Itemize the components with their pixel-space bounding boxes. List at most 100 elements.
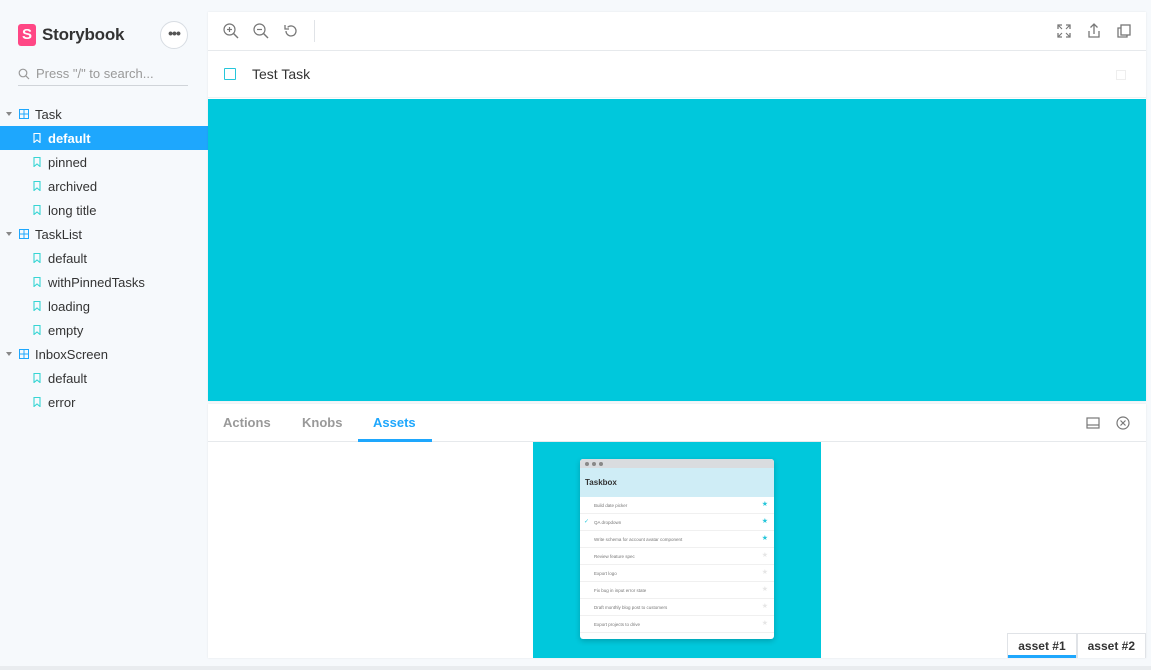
tab-actions[interactable]: Actions — [223, 415, 271, 430]
tree-group-label: InboxScreen — [35, 346, 108, 362]
tree-story-item[interactable]: withPinnedTasks — [0, 270, 208, 294]
tree-story-label: default — [48, 370, 88, 386]
active-tab-indicator — [358, 439, 432, 442]
preview-frame: Test Task — [208, 12, 1146, 401]
panel-position-icon[interactable] — [1085, 415, 1101, 431]
bookmark-icon — [33, 373, 41, 383]
tree-story-item[interactable]: default — [0, 126, 208, 150]
bookmark-icon — [33, 133, 41, 143]
tree-story-item[interactable]: empty — [0, 318, 208, 342]
tree-story-item[interactable]: loading — [0, 294, 208, 318]
tree-story-label: withPinnedTasks — [48, 274, 145, 290]
tree-story-label: default — [48, 130, 91, 146]
tree-story-item[interactable]: archived — [0, 174, 208, 198]
pin-icon[interactable] — [1116, 70, 1126, 80]
more-options-button[interactable]: ••• — [160, 21, 188, 49]
component-icon — [19, 109, 29, 119]
list-item-text: Write schema for account avatar componen… — [594, 537, 683, 542]
reset-zoom-icon[interactable] — [282, 22, 300, 40]
list-item-text: Build date picker — [594, 503, 628, 508]
storybook-logo-icon: S — [18, 24, 36, 46]
tree-story-item[interactable]: long title — [0, 198, 208, 222]
list-item-text: Fix bug in input error state — [594, 588, 647, 593]
tree-story-label: default — [48, 250, 88, 266]
bookmark-icon — [33, 277, 41, 287]
asset-preview: Taskbox Build date picker ★ ✓ QA dropdown ★ W… — [533, 442, 821, 658]
chevron-down-icon — [6, 112, 12, 116]
list-item-text: QA dropdown — [594, 520, 622, 525]
share-icon[interactable] — [1085, 22, 1103, 40]
tree-story-label: error — [48, 394, 76, 410]
list-item: Export logo ★ — [580, 565, 774, 582]
tree-story-label: archived — [48, 178, 98, 194]
task-item: Test Task — [208, 51, 1146, 98]
search-icon — [18, 68, 30, 79]
bookmark-icon — [33, 205, 41, 215]
zoom-in-icon[interactable] — [222, 22, 240, 40]
bottom-border — [0, 666, 1151, 670]
bookmark-icon — [33, 325, 41, 335]
list-item-text: Export projects to drive — [594, 622, 641, 627]
asset-tab-2[interactable]: asset #2 — [1076, 633, 1146, 658]
asset-image: Taskbox Build date picker ★ ✓ QA dropdown ★ W… — [580, 459, 774, 639]
star-icon: ★ — [761, 603, 768, 610]
star-icon: ★ — [761, 535, 768, 542]
addons-tabs: Actions Knobs Assets — [208, 404, 1146, 442]
tree-story-item[interactable]: pinned — [0, 150, 208, 174]
tree-story-label: empty — [48, 322, 84, 338]
star-icon: ★ — [761, 569, 768, 576]
list-item: Write schema for account avatar componen… — [580, 531, 774, 548]
bookmark-icon — [33, 253, 41, 263]
search-input[interactable] — [36, 66, 186, 81]
tree-story-item[interactable]: error — [0, 390, 208, 414]
preview-toolbar — [208, 12, 1146, 51]
search-box — [18, 62, 188, 86]
window-bar — [580, 459, 774, 468]
star-icon: ★ — [761, 552, 768, 559]
sidebar: S Storybook ••• Task default pinned archive… — [0, 0, 208, 670]
close-panel-icon[interactable] — [1115, 415, 1131, 431]
star-icon: ★ — [761, 518, 768, 525]
list-item-text: Draft monthly blog post to customers — [594, 605, 668, 610]
tree-story-item[interactable]: default — [0, 366, 208, 390]
list-item-text: Export logo — [594, 571, 617, 576]
toolbar-divider — [314, 20, 315, 42]
list-item: Review feature spec ★ — [580, 548, 774, 565]
chevron-down-icon — [6, 352, 12, 356]
tab-assets[interactable]: Assets — [373, 415, 416, 430]
tree-group-task[interactable]: Task — [0, 102, 208, 126]
bookmark-icon — [33, 397, 41, 407]
fullscreen-icon[interactable] — [1055, 22, 1073, 40]
tree-group-label: Task — [35, 106, 62, 122]
brand[interactable]: S Storybook — [18, 24, 124, 46]
addons-panel: Actions Knobs Assets Taskbox Build date … — [208, 404, 1146, 658]
tree-story-label: loading — [48, 298, 90, 314]
asset-title: Taskbox — [580, 468, 774, 497]
tree-group-tasklist[interactable]: TaskList — [0, 222, 208, 246]
story-tree: Task default pinned archived long title TaskL… — [0, 102, 208, 414]
star-icon: ★ — [761, 501, 768, 508]
tree-story-item[interactable]: default — [0, 246, 208, 270]
bookmark-icon — [33, 157, 41, 167]
asset-tab-1[interactable]: asset #1 — [1007, 633, 1077, 658]
component-icon — [19, 229, 29, 239]
list-item-text: Review feature spec — [594, 554, 635, 559]
task-checkbox[interactable] — [224, 68, 236, 80]
list-item: ✓ QA dropdown ★ — [580, 514, 774, 531]
list-item: Build date picker ★ — [580, 497, 774, 514]
tab-knobs[interactable]: Knobs — [302, 415, 342, 430]
bookmark-icon — [33, 301, 41, 311]
copy-icon[interactable] — [1115, 22, 1133, 40]
zoom-out-icon[interactable] — [252, 22, 270, 40]
tree-group-inboxscreen[interactable]: InboxScreen — [0, 342, 208, 366]
component-icon — [19, 349, 29, 359]
preview-canvas — [208, 99, 1146, 401]
list-item: Export projects to drive ★ — [580, 616, 774, 633]
bookmark-icon — [33, 181, 41, 191]
brand-name: Storybook — [42, 25, 125, 44]
asset-task-list: Build date picker ★ ✓ QA dropdown ★ Write sch… — [580, 497, 774, 633]
chevron-down-icon — [6, 232, 12, 236]
tree-story-label: long title — [48, 202, 97, 218]
task-title[interactable]: Test Task — [252, 66, 310, 82]
star-icon: ★ — [761, 620, 768, 627]
